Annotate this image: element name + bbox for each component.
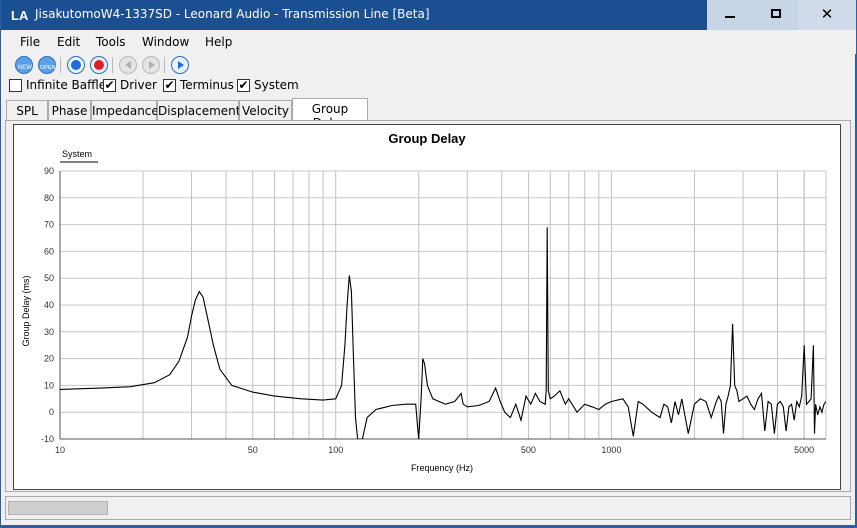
step-back-button[interactable] [119,56,137,74]
x-tick-label: 500 [521,445,536,455]
horizontal-scrollbar-thumb[interactable] [8,501,108,515]
x-tick-label: 50 [248,445,258,455]
window-title: JisakutomoW4-1337SD - Leonard Audio - Tr… [35,7,430,21]
checkbox-terminus[interactable]: ✔ [163,79,176,92]
toolbar: NEW OPEN [1,54,856,76]
group-delay-chart: -10 0 10 20 30 40 50 60 70 80 90 10 50 100 500 1000 5000… [21,131,827,473]
x-tick-label: 5000 [794,445,814,455]
chart-axes: -10 0 10 20 30 40 50 60 70 80 90 10 50 100 500 1000 5000 [41,166,826,455]
y-tick-label: 70 [44,220,54,230]
x-tick-label: 100 [328,445,343,455]
toolbar-separator [164,57,165,73]
checkbox-label: Terminus [180,78,234,92]
y-tick-label: 60 [44,246,54,256]
tab-impedance[interactable]: Impedance [91,100,159,120]
tab-displacement[interactable]: Displacement [157,100,241,120]
options-bar: Infinite Baffle ✔ Driver ✔ Terminus ✔ Sy… [1,76,856,96]
checkmark-icon: ✔ [104,78,115,92]
y-tick-label: 80 [44,193,54,203]
legend-entry-system: System [62,149,92,159]
y-tick-label: 30 [44,327,54,337]
svg-text:NEW: NEW [18,65,32,71]
y-tick-label: 50 [44,273,54,283]
y-axis-label: Group Delay (ms) [21,275,31,346]
menu-file[interactable]: File [20,35,40,49]
record-red-icon [94,60,104,70]
y-tick-label: 10 [44,380,54,390]
menu-edit[interactable]: Edit [57,35,80,49]
y-tick-label: -10 [41,434,54,444]
y-tick-label: 20 [44,354,54,364]
play-icon [178,61,184,69]
record-blue-button[interactable] [67,56,85,74]
minimize-icon [725,16,735,18]
close-icon: ✕ [820,5,834,23]
checkbox-infinite-baffle[interactable] [9,79,22,92]
y-tick-label: 90 [44,166,54,176]
step-back-icon [125,61,131,69]
maximize-button[interactable] [753,0,799,30]
toolbar-separator [60,57,61,73]
tab-group-delay[interactable]: Group Delay [292,98,368,130]
maximize-icon [771,9,781,18]
chart-panel: -10 0 10 20 30 40 50 60 70 80 90 10 50 100 500 1000 5000… [5,120,851,492]
minimize-button[interactable] [707,0,753,30]
app-logo-icon: LA [10,5,30,25]
title-bar[interactable]: LA JisakutomoW4-1337SD - Leonard Audio -… [1,0,856,30]
new-icon: NEW [18,65,32,71]
svg-text:OPEN: OPEN [40,65,56,71]
checkbox-driver[interactable]: ✔ [103,79,116,92]
record-blue-icon [71,60,81,70]
menu-tools[interactable]: Tools [96,35,126,49]
checkmark-icon: ✔ [164,78,175,92]
y-tick-label: 40 [44,300,54,310]
tab-strip: SPL Phase Impedance Displacement Velocit… [1,98,856,130]
tab-spl[interactable]: SPL [6,100,48,120]
x-tick-label: 10 [55,445,65,455]
close-button[interactable]: ✕ [798,0,856,30]
menu-bar: File Edit Tools Window Help [1,30,856,54]
checkbox-system[interactable]: ✔ [237,79,250,92]
record-red-button[interactable] [90,56,108,74]
checkmark-icon: ✔ [238,78,249,92]
open-icon: OPEN [40,65,56,71]
new-button[interactable]: NEW [15,56,33,74]
checkbox-label: Infinite Baffle [26,78,107,92]
checkbox-label: System [254,78,299,92]
menu-window[interactable]: Window [142,35,189,49]
x-tick-label: 1000 [601,445,621,455]
chart-area: -10 0 10 20 30 40 50 60 70 80 90 10 50 100 500 1000 5000… [13,124,841,490]
checkbox-label: Driver [120,78,157,92]
y-tick-label: 0 [49,407,54,417]
step-forward-icon [149,61,155,69]
chart-grid [59,170,827,440]
status-bar [5,496,851,520]
series-line-system [60,227,826,439]
tab-phase[interactable]: Phase [48,100,91,120]
step-forward-button[interactable] [142,56,160,74]
x-axis-label: Frequency (Hz) [411,463,473,473]
menu-help[interactable]: Help [205,35,232,49]
tab-velocity[interactable]: Velocity [239,100,292,120]
toolbar-separator [112,57,113,73]
chart-title: Group Delay [388,131,466,146]
chart-series [60,227,826,439]
play-button[interactable] [171,56,189,74]
application-window: LA JisakutomoW4-1337SD - Leonard Audio -… [0,0,857,528]
svg-text:LA: LA [11,8,29,23]
open-button[interactable]: OPEN [38,56,56,74]
